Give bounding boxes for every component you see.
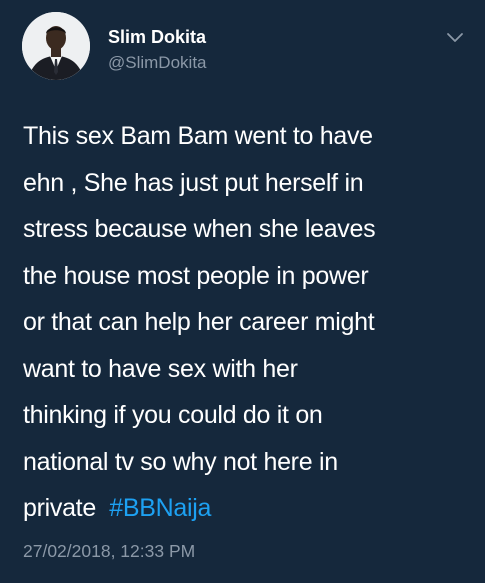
- tweet-line: the house most people in power: [23, 261, 369, 290]
- tweet-line: ehn , She has just put herself in: [23, 168, 364, 197]
- profile-photo-icon: [22, 12, 90, 80]
- avatar[interactable]: [22, 12, 90, 80]
- tweet-line: want to have sex with her: [23, 354, 298, 383]
- tweet-line-last: private #BBNaija: [23, 485, 473, 532]
- author-display-name[interactable]: Slim Dokita: [108, 26, 206, 48]
- chevron-down-icon[interactable]: [444, 26, 466, 48]
- tweet-line-prefix: private: [23, 494, 96, 522]
- tweet-line: thinking if you could do it on: [23, 401, 323, 429]
- tweet-line: national tv so why not here in: [23, 447, 338, 476]
- author-handle[interactable]: @SlimDokita: [108, 52, 207, 74]
- hashtag-link[interactable]: #BBNaija: [109, 494, 211, 522]
- tweet-line: or that can help her career might: [23, 308, 375, 336]
- tweet-line: This sex Bam Bam went to have: [23, 122, 373, 150]
- tweet-timestamp[interactable]: 27/02/2018, 12:33 PM: [23, 540, 195, 562]
- tweet-card: Slim Dokita @SlimDokita This sex Bam Bam…: [0, 0, 485, 583]
- tweet-text: This sex Bam Bam went to have ehn , She …: [23, 113, 473, 532]
- tweet-line: stress because when she leaves: [23, 215, 376, 243]
